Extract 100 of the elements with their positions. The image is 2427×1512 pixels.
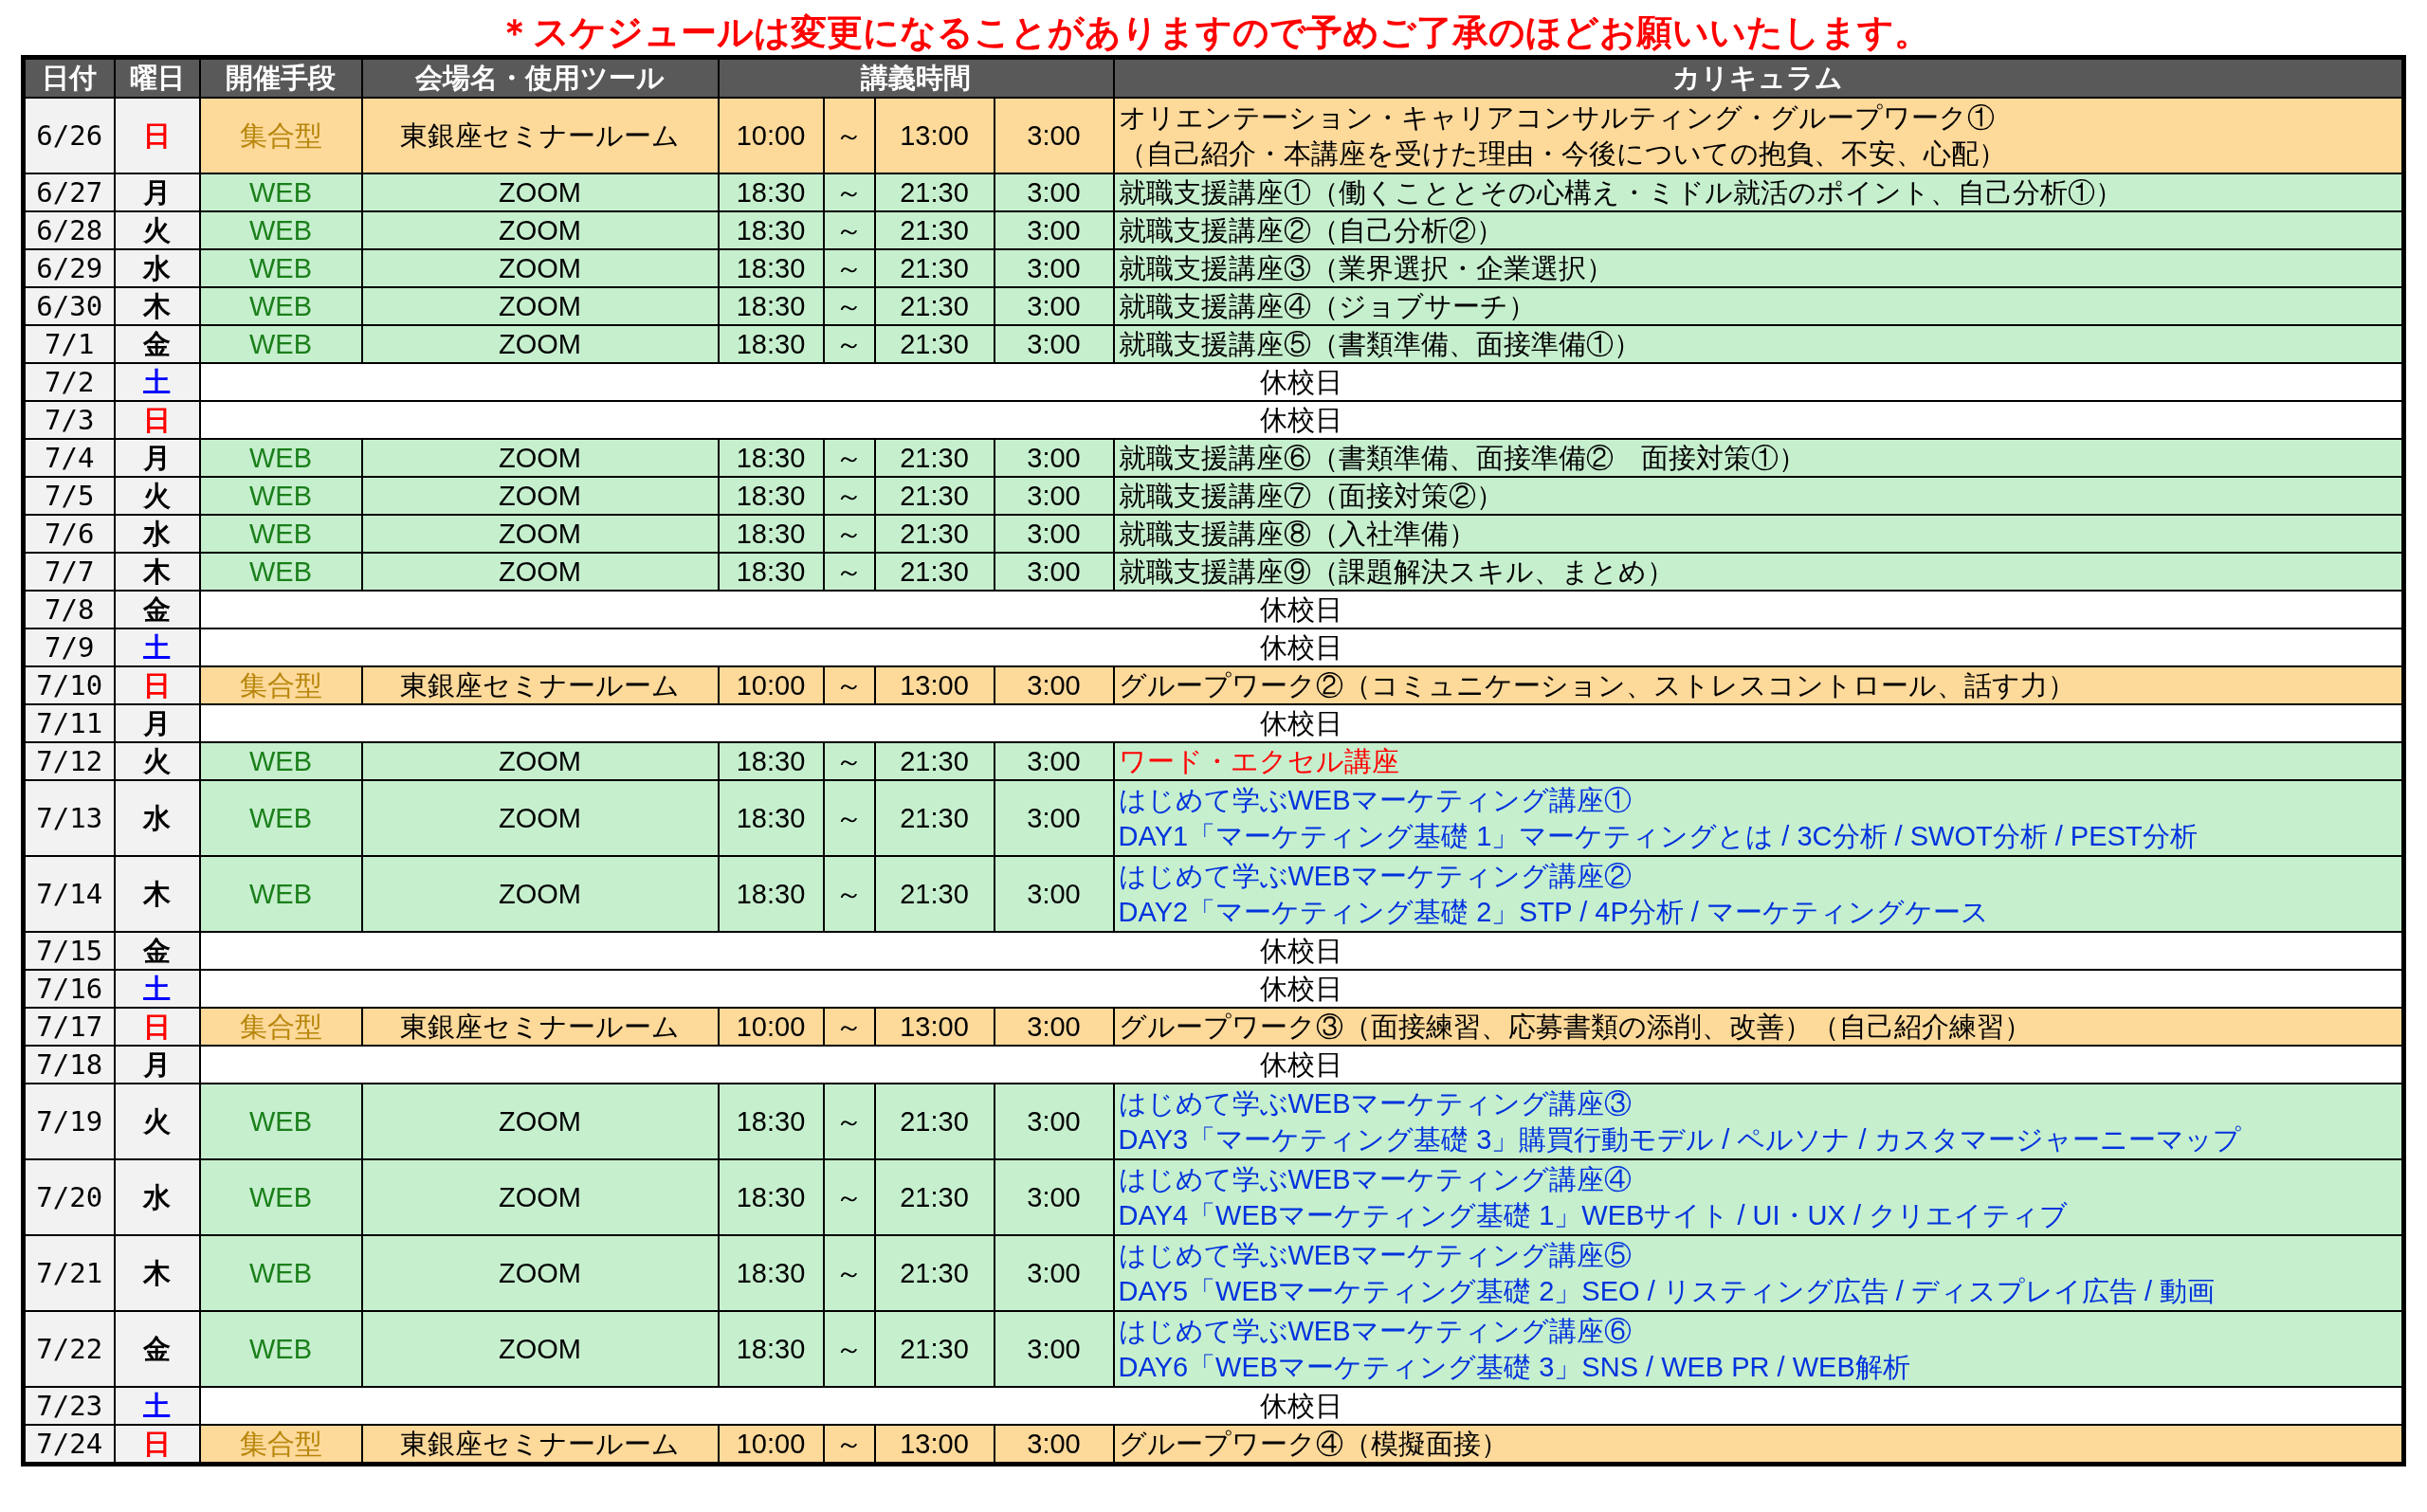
date-cell: 7/23: [23, 1386, 115, 1425]
tilde-cell: ～: [823, 97, 875, 173]
curriculum-line: 就職支援講座①（働くこととその心構え・ミドル就活のポイント、自己分析①）: [1118, 175, 2124, 209]
end-time-cell: 13:00: [874, 665, 995, 704]
start-time-cell: 18:30: [718, 476, 824, 515]
start-time-cell: 18:30: [718, 779, 824, 856]
tilde-cell: ～: [823, 1424, 875, 1464]
curriculum-line: DAY1「マーケティング基礎 1」マーケティングとは / 3C分析 / SWOT分析 / PEST分析: [1118, 819, 2199, 853]
date-cell: 7/22: [23, 1310, 115, 1387]
curriculum-line: はじめて学ぶWEBマーケティング講座②: [1118, 859, 1633, 893]
venue-cell: ZOOM: [361, 855, 719, 932]
venue-cell: ZOOM: [361, 552, 719, 591]
method-cell: WEB: [199, 1158, 362, 1235]
date-cell: 7/1: [23, 324, 115, 363]
end-time-cell: 13:00: [874, 1424, 995, 1464]
curriculum-line: 就職支援講座⑥（書類準備、面接準備② 面接対策①）: [1118, 441, 1807, 475]
tilde-cell: ～: [823, 476, 875, 515]
start-time-cell: 18:30: [718, 1158, 824, 1235]
duration-cell: 3:00: [994, 97, 1114, 173]
curriculum-line: DAY5「WEBマーケティング基礎 2」SEO / リスティング広告 / ディスプレイ広告 / 動画: [1118, 1274, 2217, 1308]
holiday-cell: 休校日: [199, 1045, 2404, 1084]
column-header: カリキュラム: [1113, 57, 2404, 98]
start-time-cell: 18:30: [718, 1310, 824, 1387]
end-time-cell: 21:30: [874, 173, 995, 211]
method-cell: WEB: [199, 210, 362, 249]
method-cell: WEB: [199, 324, 362, 363]
duration-cell: 3:00: [994, 741, 1114, 780]
method-cell: 集合型: [199, 1007, 362, 1046]
venue-cell: ZOOM: [361, 1158, 719, 1235]
weekday-text: 金: [143, 1333, 171, 1364]
venue-cell: ZOOM: [361, 173, 719, 211]
holiday-cell: 休校日: [199, 628, 2404, 666]
venue-cell: ZOOM: [361, 476, 719, 515]
venue-cell: ZOOM: [361, 1083, 719, 1159]
end-time-cell: 21:30: [874, 1234, 995, 1311]
date-cell: 7/21: [23, 1234, 115, 1311]
end-time-cell: 21:30: [874, 286, 995, 325]
end-time-cell: 21:30: [874, 1310, 995, 1387]
curriculum-line: （自己紹介・本講座を受けた理由・今後についての抱負、不安、心配）: [1118, 137, 2007, 171]
end-time-cell: 21:30: [874, 514, 995, 553]
start-time-cell: 10:00: [718, 1007, 824, 1046]
method-cell: 集合型: [199, 665, 362, 704]
weekday-text: 土: [143, 366, 171, 397]
date-cell: 6/26: [23, 97, 115, 173]
tilde-cell: ～: [823, 438, 875, 477]
curriculum-line: 就職支援講座④（ジョブサーチ）: [1118, 289, 1537, 323]
end-time-cell: 21:30: [874, 741, 995, 780]
date-cell: 7/11: [23, 703, 115, 742]
weekday-text: 日: [143, 404, 171, 435]
date-cell: 7/3: [23, 400, 115, 439]
venue-cell: ZOOM: [361, 324, 719, 363]
date-cell: 6/30: [23, 286, 115, 325]
venue-cell: ZOOM: [361, 514, 719, 553]
date-cell: 7/18: [23, 1045, 115, 1084]
end-time-cell: 21:30: [874, 552, 995, 591]
method-cell: WEB: [199, 1310, 362, 1387]
holiday-cell: 休校日: [199, 969, 2404, 1008]
date-cell: 7/19: [23, 1083, 115, 1159]
date-cell: 7/15: [23, 931, 115, 970]
weekday-text: 火: [143, 745, 171, 776]
holiday-cell: 休校日: [199, 400, 2404, 439]
method-cell: WEB: [199, 552, 362, 591]
weekday-text: 月: [143, 442, 171, 473]
tilde-cell: ～: [823, 514, 875, 553]
tilde-cell: ～: [823, 286, 875, 325]
method-cell: WEB: [199, 248, 362, 287]
curriculum-line: 就職支援講座⑧（入社準備）: [1118, 517, 1477, 551]
date-cell: 7/12: [23, 741, 115, 780]
method-cell: WEB: [199, 173, 362, 211]
end-time-cell: 21:30: [874, 324, 995, 363]
weekday-text: 日: [143, 669, 171, 701]
tilde-cell: ～: [823, 1158, 875, 1235]
holiday-cell: 休校日: [199, 362, 2404, 401]
curriculum-line: グループワーク②（コミュニケーション、ストレスコントロール、話す力）: [1118, 668, 2076, 702]
start-time-cell: 18:30: [718, 324, 824, 363]
method-cell: WEB: [199, 514, 362, 553]
start-time-cell: 18:30: [718, 173, 824, 211]
column-header: 開催手段: [199, 57, 362, 98]
weekday-text: 火: [143, 1105, 171, 1137]
date-cell: 7/16: [23, 969, 115, 1008]
holiday-cell: 休校日: [199, 590, 2404, 628]
method-cell: WEB: [199, 741, 362, 780]
holiday-cell: 休校日: [199, 931, 2404, 970]
end-time-cell: 21:30: [874, 248, 995, 287]
weekday-text: 木: [143, 878, 171, 909]
venue-cell: ZOOM: [361, 210, 719, 249]
date-cell: 7/13: [23, 779, 115, 856]
holiday-cell: 休校日: [199, 1386, 2404, 1425]
method-cell: WEB: [199, 286, 362, 325]
curriculum-line: はじめて学ぶWEBマーケティング講座④: [1118, 1162, 1633, 1196]
date-cell: 7/24: [23, 1424, 115, 1464]
date-cell: 7/10: [23, 665, 115, 704]
curriculum-line: はじめて学ぶWEBマーケティング講座⑥: [1118, 1314, 1633, 1348]
duration-cell: 3:00: [994, 1310, 1114, 1387]
curriculum-line: DAY6「WEBマーケティング基礎 3」SNS / WEB PR / WEB解析: [1118, 1350, 1911, 1384]
curriculum-line: DAY2「マーケティング基礎 2」STP / 4P分析 / マーケティングケース: [1118, 895, 1990, 929]
date-cell: 7/5: [23, 476, 115, 515]
method-cell: WEB: [199, 1083, 362, 1159]
start-time-cell: 18:30: [718, 1234, 824, 1311]
weekday-text: 月: [143, 707, 171, 738]
